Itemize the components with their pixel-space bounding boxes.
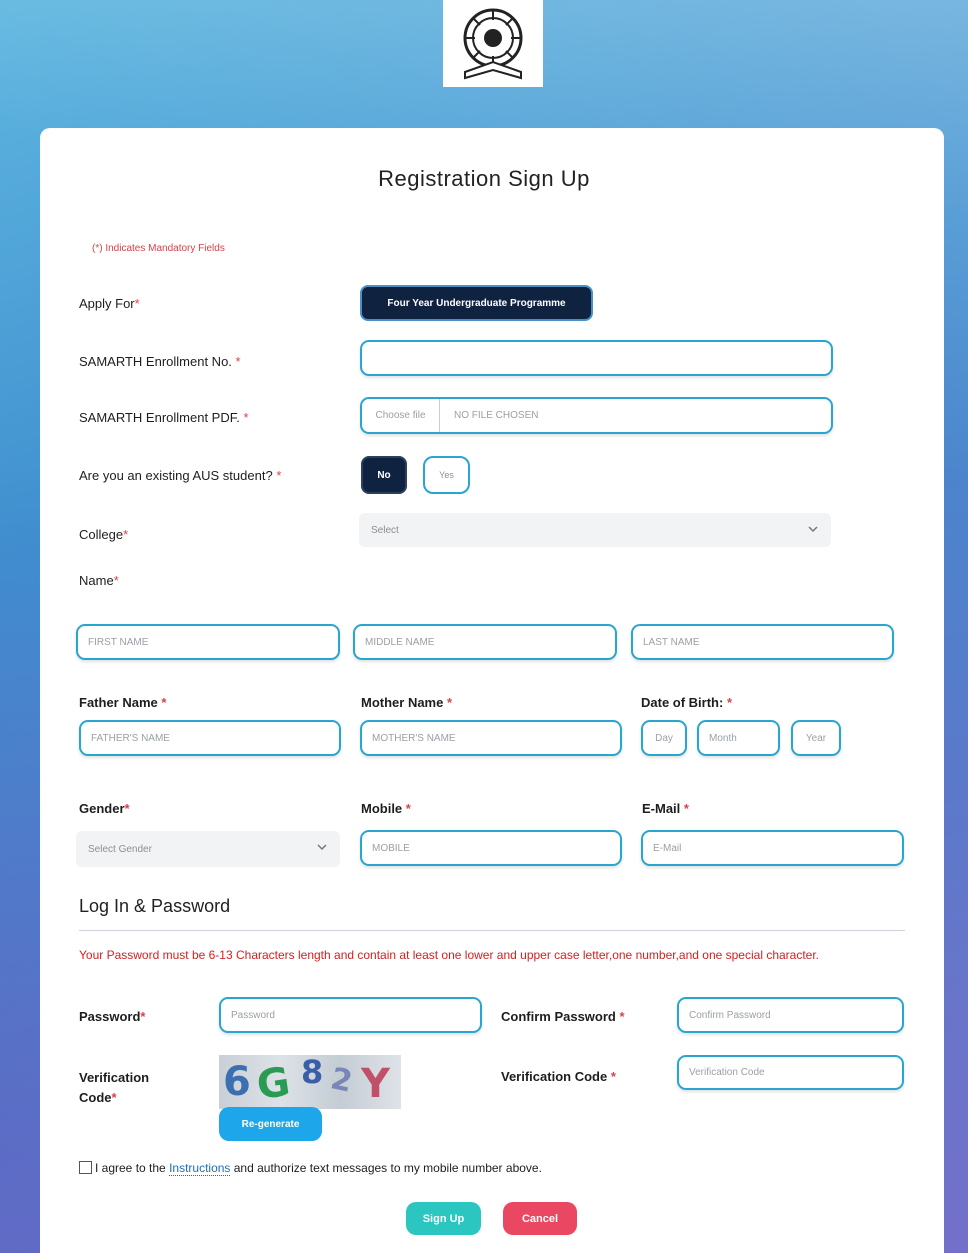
verification-input-label: Verification Code *	[501, 1069, 616, 1084]
mobile-input[interactable]: MOBILE	[360, 830, 622, 866]
captcha-char: G	[253, 1058, 293, 1109]
first-name-input[interactable]: FIRST NAME	[76, 624, 340, 660]
captcha-char: 8	[301, 1055, 324, 1091]
verification-code-input[interactable]: Verification Code	[677, 1055, 904, 1090]
confirm-password-input[interactable]: Confirm Password	[677, 997, 904, 1033]
email-input[interactable]: E-Mail	[641, 830, 904, 866]
confirm-password-label: Confirm Password *	[501, 1009, 625, 1024]
verification-code-label: Verification Code*	[79, 1070, 150, 1105]
existing-student-label: Are you an existing AUS student? *	[79, 468, 282, 483]
college-label: College*	[79, 527, 129, 542]
login-section-heading: Log In & Password	[79, 896, 231, 916]
existing-student-no-button[interactable]: No	[361, 456, 407, 494]
mandatory-note: (*) Indicates Mandatory Fields	[92, 243, 225, 254]
agree-checkbox[interactable]	[79, 1161, 92, 1174]
mother-name-label: Mother Name *	[361, 695, 453, 710]
page-title: Registration Sign Up	[378, 166, 590, 191]
university-logo	[443, 0, 543, 87]
regenerate-captcha-button[interactable]: Re-generate	[219, 1107, 322, 1141]
mother-name-input[interactable]: MOTHER'S NAME	[360, 720, 622, 756]
agreement-text: I agree to the Instructions and authoriz…	[95, 1161, 542, 1176]
enrollment-no-input[interactable]	[360, 340, 833, 376]
dob-label: Date of Birth: *	[641, 695, 733, 710]
programme-button[interactable]: Four Year Undergraduate Programme	[360, 285, 593, 321]
captcha-char: 2	[327, 1061, 356, 1100]
university-seal-icon	[463, 8, 523, 79]
name-label: Name*	[79, 573, 119, 588]
captcha-image: 6 G 8 2 Y	[219, 1055, 401, 1109]
choose-file-button[interactable]: Choose file	[362, 399, 440, 432]
chevron-down-icon	[808, 526, 818, 533]
middle-name-input[interactable]: MIDDLE NAME	[353, 624, 617, 660]
dob-day-input[interactable]: Day	[641, 720, 687, 756]
existing-student-yes-button[interactable]: Yes	[423, 456, 470, 494]
password-label: Password*	[79, 1009, 146, 1024]
enrollment-pdf-label: SAMARTH Enrollment PDF. *	[79, 410, 249, 425]
gender-select-value: Select Gender	[88, 843, 152, 855]
password-rule-text: Your Password must be 6-13 Characters le…	[79, 948, 820, 962]
sign-up-button[interactable]: Sign Up	[406, 1202, 481, 1235]
captcha-char: Y	[361, 1061, 390, 1107]
cancel-button[interactable]: Cancel	[503, 1202, 577, 1235]
enrollment-pdf-file-input[interactable]: Choose file NO FILE CHOSEN	[360, 397, 833, 434]
gender-select[interactable]: Select Gender	[76, 831, 340, 867]
college-select-value: Select	[371, 524, 399, 536]
gender-label: Gender*	[79, 801, 130, 816]
email-label: E-Mail *	[642, 801, 689, 816]
mobile-label: Mobile *	[361, 801, 411, 816]
dob-month-input[interactable]: Month	[697, 720, 780, 756]
file-status: NO FILE CHOSEN	[454, 410, 539, 421]
enrollment-no-label: SAMARTH Enrollment No. *	[79, 354, 241, 369]
college-select[interactable]: Select	[359, 513, 831, 547]
dob-year-input[interactable]: Year	[791, 720, 841, 756]
instructions-link[interactable]: Instructions	[169, 1161, 231, 1176]
last-name-input[interactable]: LAST NAME	[631, 624, 894, 660]
section-divider	[79, 930, 905, 931]
apply-for-label: Apply For*	[79, 296, 140, 311]
chevron-down-icon	[317, 844, 327, 851]
captcha-char: 6	[223, 1059, 251, 1105]
father-name-input[interactable]: FATHER'S NAME	[79, 720, 341, 756]
father-name-label: Father Name *	[79, 695, 167, 710]
password-input[interactable]: Password	[219, 997, 482, 1033]
